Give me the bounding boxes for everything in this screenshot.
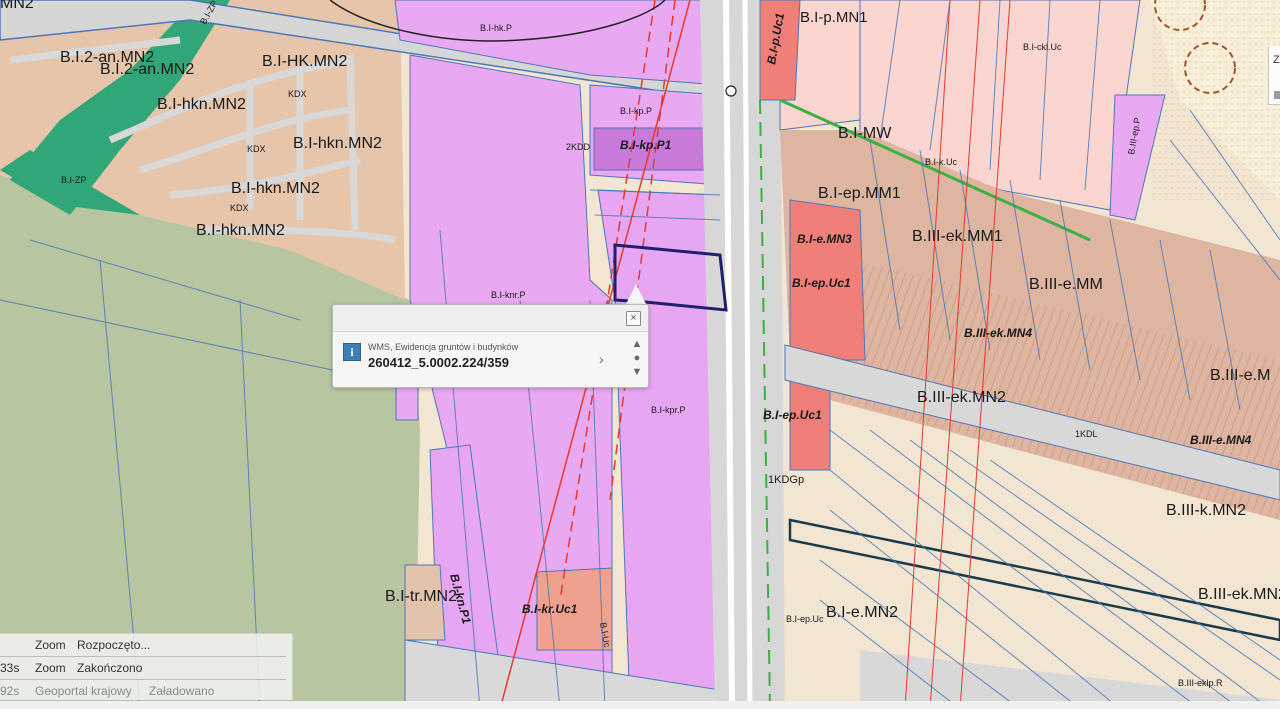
map-label: B.III-ek.MN2 (1198, 586, 1280, 603)
dot-texture (1150, 0, 1280, 200)
zoom-control[interactable]: Z (1268, 46, 1280, 105)
map-label: B.I-MW (838, 125, 892, 142)
map-label: B.I-hkn.MN2 (157, 96, 246, 113)
chevron-right-icon[interactable]: › (599, 351, 604, 367)
log-source: Zoom (35, 638, 66, 652)
map-label: B.I-ckl.Uc (1023, 42, 1062, 52)
map-label: B.I-kpr.P (651, 405, 686, 415)
popup-pointer (626, 284, 646, 304)
zoom-label: Z (1273, 54, 1280, 66)
map-label: B.III-e.MN4 (1190, 433, 1252, 447)
zoom-handle[interactable] (1274, 91, 1280, 99)
map-label: B.III-ek.MN4 (964, 326, 1032, 340)
map-label: B.I-hkn.MN2 (293, 135, 382, 152)
dot-icon[interactable]: ● (630, 351, 644, 365)
map-label: B.I-ep.MM1 (818, 185, 901, 202)
map-label: B.I-p.MN1 (800, 9, 868, 26)
map-label: B.I-kp.P1 (620, 138, 672, 152)
map-label: B.I-ZP (61, 175, 87, 185)
log-time: 33s (0, 661, 20, 675)
map-label: B.III-ek.MN2 (917, 389, 1006, 406)
map-label: B.III-e.MM (1029, 276, 1103, 293)
map-label: B.I-tr.MN2 (385, 588, 457, 605)
map-label: B.I-hkn.MN2 (196, 222, 285, 239)
arrow-down-icon[interactable]: ▼ (630, 365, 644, 379)
map-label: B.III-k.MN2 (1166, 502, 1246, 519)
map-label: B.I-kr.Uc1 (522, 602, 578, 616)
popup-nav: ▲ ● ▼ (630, 337, 644, 379)
log-message: Rozpoczęto... (77, 638, 151, 652)
map-label: 2KDD (566, 142, 591, 152)
map-label: 1KDL (1075, 429, 1098, 439)
feature-info-popup: × i WMS, Ewidencja gruntów i budynków 26… (332, 304, 649, 388)
map-label: B.III-e.M (1210, 367, 1270, 384)
log-time: 92s (0, 684, 20, 698)
map-label: B.I-hk.P (480, 23, 512, 33)
map-label: B.I-k.Uc (925, 157, 958, 167)
log-row: Zoom Rozpoczęto... (0, 634, 286, 657)
parcel-id[interactable]: 260412_5.0002.224/359 (368, 355, 509, 370)
log-source: Zoom (35, 661, 66, 675)
map-label: B.I-e.MN2 (826, 604, 898, 621)
map-label: KDX (247, 144, 266, 154)
crossing-marker (725, 85, 737, 97)
map-label: B.I-hkn.MN2 (231, 180, 320, 197)
popup-source: WMS, Ewidencja gruntów i budynków (368, 342, 519, 352)
map-label: B.I-ep.Uc1 (792, 276, 851, 290)
map-label: MN2 (0, 0, 34, 12)
log-row: 92s Geoportal krajowy Załadowano (0, 680, 286, 702)
log-message: Zakończono (77, 661, 143, 675)
map-label: KDX (230, 203, 249, 213)
map-label: B.I-knr.P (491, 290, 526, 300)
map-label: B.I.2-an.MN2 (100, 61, 194, 78)
status-log: Zoom Rozpoczęto... 33s Zoom Zakończono 9… (0, 633, 293, 700)
map-label: B.I-kp.P (620, 106, 652, 116)
bottom-strip (0, 701, 1280, 709)
arrow-up-icon[interactable]: ▲ (630, 337, 644, 351)
popup-header: × (333, 305, 648, 332)
info-icon: i (343, 343, 361, 361)
log-row: 33s Zoom Zakończono (0, 657, 286, 680)
map-label: B.I-ep.Uc (786, 614, 824, 624)
map-label: B.III-eklp.R (1178, 678, 1223, 688)
map-label: B.I-ep.Uc1 (763, 408, 822, 422)
close-icon[interactable]: × (626, 311, 641, 326)
map-label: B.III-ek.MM1 (912, 228, 1003, 245)
log-source: Geoportal krajowy (35, 684, 132, 698)
log-message: Załadowano (149, 684, 215, 698)
map-label: B.I-HK.MN2 (262, 53, 347, 70)
map-label: B.I-e.MN3 (797, 232, 852, 246)
map-label: 1KDGp (768, 474, 804, 486)
map-label: KDX (288, 89, 307, 99)
